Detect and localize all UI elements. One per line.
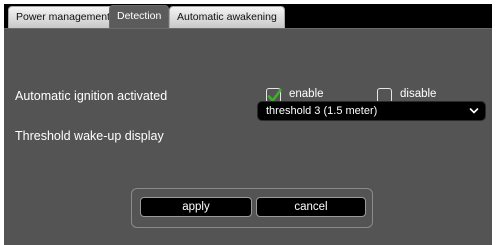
tab-detection[interactable]: Detection [109,5,170,29]
automatic-ignition-label: Automatic ignition activated [15,89,168,103]
apply-button[interactable]: apply [140,197,252,217]
button-tray: apply cancel [131,188,373,228]
tab-automatic-awakening[interactable]: Automatic awakening [169,6,285,29]
disable-label: disable [400,88,437,100]
tab-power-management[interactable]: Power management [8,6,118,29]
threshold-wake-up-label: Threshold wake-up display [15,129,164,143]
threshold-select[interactable]: threshold 3 (1.5 meter) [257,101,486,121]
chevron-down-icon [469,103,479,125]
settings-window: Power management Detection Automatic awa… [4,4,492,245]
threshold-select-value: threshold 3 (1.5 meter) [266,105,378,117]
tab-bar: Power management Detection Automatic awa… [4,4,492,29]
cancel-button[interactable]: cancel [256,197,366,217]
enable-label: enable [289,88,324,100]
